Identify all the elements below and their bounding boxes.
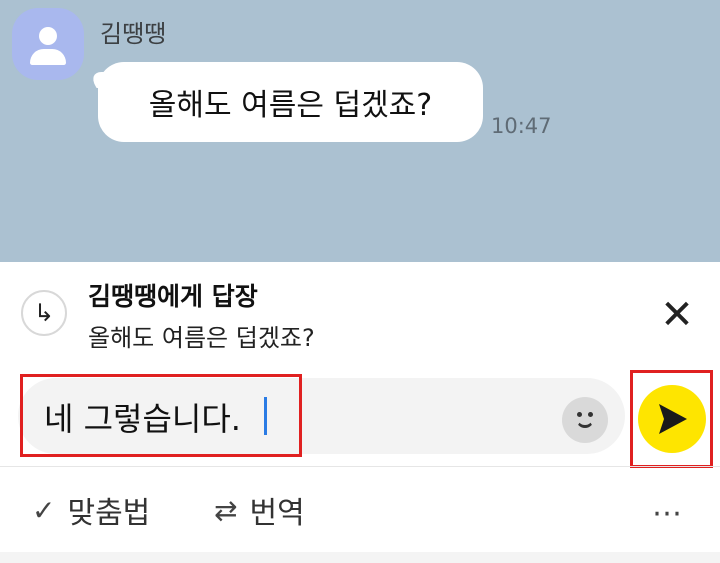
- reply-preview: 올해도 여름은 덥겠죠?: [88, 324, 315, 352]
- message-time: 10:47: [491, 114, 552, 138]
- avatar-person-icon: [39, 27, 57, 45]
- reply-title: 김땡땡에게 답장: [88, 282, 258, 311]
- close-reply-button[interactable]: ✕: [656, 294, 698, 336]
- message-text: 올해도 여름은 덥겠죠?: [148, 88, 433, 123]
- close-icon: ✕: [660, 292, 694, 338]
- bottom-strip: [0, 552, 720, 563]
- sender-name: 김땡땡: [100, 20, 167, 48]
- reply-arrow-icon: ↳: [21, 290, 67, 336]
- more-options-button[interactable]: ⋯: [652, 496, 684, 531]
- more-dots-icon: ⋯: [652, 496, 684, 531]
- emoji-smile-icon: [577, 412, 582, 417]
- message-bubble[interactable]: 올해도 여름은 덥겠죠?: [98, 62, 483, 142]
- swap-arrows-icon: ⇄: [214, 493, 238, 527]
- spellcheck-button[interactable]: ✓ 맞춤법: [32, 488, 150, 532]
- sender-avatar[interactable]: [12, 8, 84, 80]
- translate-button[interactable]: ⇄ 번역: [214, 488, 305, 532]
- send-highlight-box: [630, 370, 713, 468]
- input-highlight-box: [20, 374, 302, 457]
- toolbar-divider: [0, 466, 720, 467]
- translate-label: 번역: [249, 496, 305, 531]
- emoji-button[interactable]: [562, 397, 608, 443]
- spellcheck-label: 맞춤법: [67, 496, 151, 531]
- check-icon: ✓: [32, 493, 56, 527]
